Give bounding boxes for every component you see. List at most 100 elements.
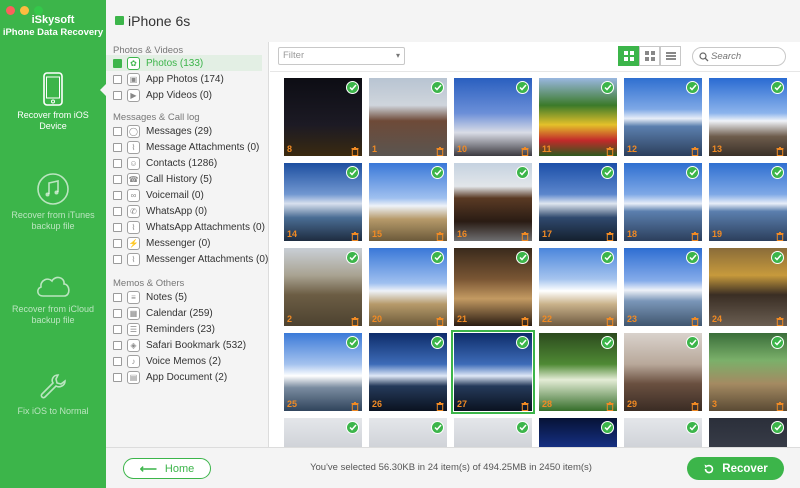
checkmark-icon[interactable] [346, 166, 359, 179]
checkmark-icon[interactable] [516, 336, 529, 349]
photo-thumbnail[interactable]: 3 [709, 333, 787, 411]
category-checkbox[interactable] [113, 238, 122, 248]
photo-thumbnail[interactable]: 18 [624, 163, 702, 241]
photo-thumbnail[interactable] [284, 418, 362, 447]
category-item-messenger[interactable]: ⚡ Messenger (0) [113, 235, 269, 251]
category-item-messenger-attachments[interactable]: ⌇ Messenger Attachments (0) [113, 251, 269, 267]
checkmark-icon[interactable] [346, 251, 359, 264]
photo-thumbnail[interactable]: 26 [369, 333, 447, 411]
photo-thumbnail[interactable]: 22 [539, 248, 617, 326]
category-checkbox[interactable] [113, 222, 122, 232]
photo-thumbnail[interactable] [539, 418, 617, 447]
photo-thumbnail[interactable]: 21 [454, 248, 532, 326]
photo-thumbnail[interactable]: 27 [451, 330, 535, 414]
category-item-contacts[interactable]: ☺ Contacts (1286) [113, 155, 269, 171]
checkmark-icon[interactable] [601, 336, 614, 349]
photo-thumbnail[interactable]: 24 [709, 248, 787, 326]
checkmark-icon[interactable] [516, 166, 529, 179]
checkmark-icon[interactable] [686, 166, 699, 179]
device-checkbox[interactable] [115, 16, 124, 25]
checkmark-icon[interactable] [686, 81, 699, 94]
photo-thumbnail[interactable] [624, 418, 702, 447]
category-item-messages[interactable]: ◯ Messages (29) [113, 123, 269, 139]
photo-thumbnail[interactable] [709, 418, 787, 447]
checkmark-icon[interactable] [346, 336, 359, 349]
photo-thumbnail[interactable]: 28 [539, 333, 617, 411]
checkmark-icon[interactable] [601, 166, 614, 179]
checkmark-icon[interactable] [601, 251, 614, 264]
photo-thumbnail[interactable]: 8 [284, 78, 362, 156]
photo-thumbnail[interactable]: 14 [284, 163, 362, 241]
category-checkbox[interactable] [113, 58, 122, 68]
category-item-whatsapp-attachments[interactable]: ⌇ WhatsApp Attachments (0) [113, 219, 269, 235]
recover-button[interactable]: Recover [687, 457, 784, 480]
checkmark-icon[interactable] [771, 251, 784, 264]
photo-thumbnail[interactable]: 11 [539, 78, 617, 156]
category-checkbox[interactable] [113, 254, 122, 264]
checkmark-icon[interactable] [516, 251, 529, 264]
home-button[interactable]: ⟵ Home [123, 458, 211, 479]
photo-thumbnail[interactable]: 15 [369, 163, 447, 241]
checkmark-icon[interactable] [686, 421, 699, 434]
category-checkbox[interactable] [113, 206, 122, 216]
category-checkbox[interactable] [113, 372, 122, 382]
category-item-app-videos[interactable]: ▶ App Videos (0) [113, 87, 269, 103]
mode-recover-from-ios-device[interactable]: Recover from iOS Device [0, 72, 106, 132]
category-checkbox[interactable] [113, 142, 122, 152]
category-checkbox[interactable] [113, 174, 122, 184]
mode-recover-from-icloud-backup[interactable]: Recover from iCloud backup file [0, 272, 106, 326]
checkmark-icon[interactable] [346, 81, 359, 94]
category-item-whatsapp[interactable]: ✆ WhatsApp (0) [113, 203, 269, 219]
category-checkbox[interactable] [113, 190, 122, 200]
checkmark-icon[interactable] [686, 251, 699, 264]
category-item-calendar[interactable]: ▦ Calendar (259) [113, 305, 269, 321]
photo-thumbnail[interactable]: 1 [369, 78, 447, 156]
checkmark-icon[interactable] [686, 336, 699, 349]
photo-thumbnail[interactable]: 17 [539, 163, 617, 241]
checkmark-icon[interactable] [431, 421, 444, 434]
checkmark-icon[interactable] [771, 421, 784, 434]
category-item-message-attachments[interactable]: ⌇ Message Attachments (0) [113, 139, 269, 155]
small-grid-view-button[interactable] [639, 46, 660, 66]
photo-thumbnail[interactable]: 20 [369, 248, 447, 326]
category-checkbox[interactable] [113, 126, 122, 136]
checkmark-icon[interactable] [431, 251, 444, 264]
photo-thumbnail[interactable]: 19 [709, 163, 787, 241]
category-checkbox[interactable] [113, 340, 122, 350]
category-checkbox[interactable] [113, 90, 122, 100]
checkmark-icon[interactable] [431, 166, 444, 179]
category-item-voice-memos[interactable]: ♪ Voice Memos (2) [113, 353, 269, 369]
large-grid-view-button[interactable] [618, 46, 639, 66]
mode-recover-from-itunes-backup[interactable]: Recover from iTunes backup file [0, 172, 106, 232]
category-item-app-photos[interactable]: ▣ App Photos (174) [113, 71, 269, 87]
photo-thumbnail[interactable]: 25 [284, 333, 362, 411]
category-item-reminders[interactable]: ☰ Reminders (23) [113, 321, 269, 337]
photo-thumbnail[interactable] [369, 418, 447, 447]
checkmark-icon[interactable] [516, 421, 529, 434]
photo-thumbnail[interactable]: 2 [284, 248, 362, 326]
checkmark-icon[interactable] [601, 81, 614, 94]
category-item-safari-bookmark[interactable]: ◈ Safari Bookmark (532) [113, 337, 269, 353]
checkmark-icon[interactable] [771, 336, 784, 349]
checkmark-icon[interactable] [516, 81, 529, 94]
photo-thumbnail[interactable]: 10 [454, 78, 532, 156]
checkmark-icon[interactable] [346, 421, 359, 434]
photo-thumbnail[interactable]: 13 [709, 78, 787, 156]
category-checkbox[interactable] [113, 356, 122, 366]
category-item-app-document[interactable]: ▤ App Document (2) [113, 369, 269, 385]
category-item-voicemail[interactable]: ∞ Voicemail (0) [113, 187, 269, 203]
photo-thumbnail[interactable] [454, 418, 532, 447]
checkmark-icon[interactable] [431, 81, 444, 94]
category-checkbox[interactable] [113, 308, 122, 318]
category-checkbox[interactable] [113, 324, 122, 334]
category-checkbox[interactable] [113, 158, 122, 168]
category-checkbox[interactable] [113, 292, 122, 302]
category-item-notes[interactable]: ≡ Notes (5) [113, 289, 269, 305]
search-input[interactable] [711, 50, 781, 63]
list-view-button[interactable] [660, 46, 681, 66]
category-item-photos[interactable]: ✿ Photos (133) [106, 55, 262, 71]
photo-thumbnail[interactable]: 23 [624, 248, 702, 326]
photo-thumbnail[interactable]: 16 [454, 163, 532, 241]
category-item-call-history[interactable]: ☎ Call History (5) [113, 171, 269, 187]
mode-fix-ios[interactable]: Fix iOS to Normal [0, 372, 106, 417]
